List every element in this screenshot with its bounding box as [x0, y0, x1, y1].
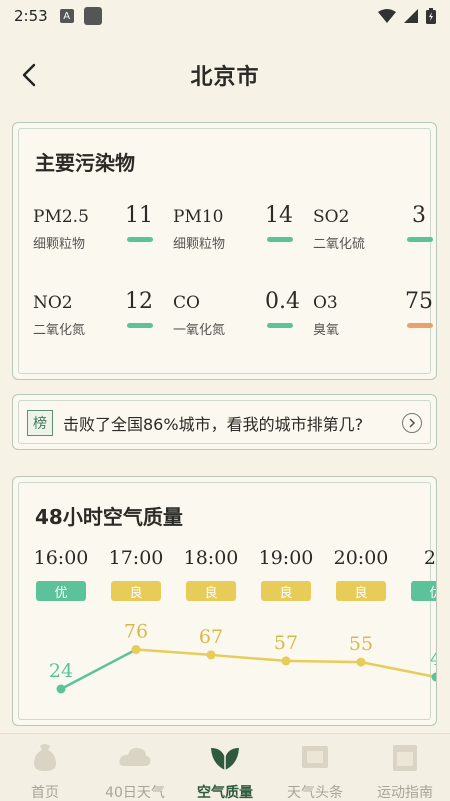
nav-label: 首页 [31, 785, 59, 801]
leaf-icon [211, 748, 239, 770]
pollutant-level-bar [407, 237, 433, 242]
notification-square-icon [83, 7, 102, 25]
cloud-icon [119, 747, 151, 766]
nav-home[interactable]: 首页 [5, 734, 85, 801]
rank-icon: 榜 [27, 410, 53, 436]
chevron-left-icon [22, 63, 36, 87]
nav-sports-guide[interactable]: 运动指南 [365, 734, 445, 801]
status-time: 2:53 [14, 7, 48, 25]
pollutant-no2: NO2 二氧化氮 12 [33, 289, 153, 343]
aqi-point [281, 656, 291, 666]
header: 北京市 [0, 50, 450, 100]
signal-icon [404, 9, 418, 23]
nav-label: 运动指南 [377, 785, 433, 801]
pollutant-name: CO [173, 293, 200, 313]
pollutant-value: 0.4 [265, 289, 300, 314]
pollutant-name: NO2 [33, 293, 73, 313]
aqi-point [356, 657, 366, 667]
aqi-trend-chart: 24 76 67 57 55 4 [49, 621, 437, 694]
pollutant-value: 3 [412, 203, 426, 228]
pollutant-subtitle: 二氧化氮 [33, 323, 86, 338]
ranking-banner-text: 击败了全国86%城市，看我的城市排第几? [63, 415, 364, 434]
pollutant-name: SO2 [313, 207, 350, 227]
aqi-point [131, 645, 141, 655]
pollutants-card: 主要污染物 PM2.5 细颗粒物 11 PM10 细颗粒物 14 SO2 二氧化… [12, 122, 437, 380]
pollutant-level-bar [127, 323, 153, 328]
pollutant-level-bar [267, 237, 293, 242]
pollutant-name: O3 [313, 293, 338, 313]
trend-segment [135, 648, 212, 657]
nav-label: 天气头条 [287, 785, 343, 801]
pollutant-value: 14 [265, 203, 293, 228]
nav-air-quality[interactable]: 空气质量 [185, 734, 265, 801]
aqi-value-label: 67 [199, 626, 223, 648]
notification-a-icon: A [59, 9, 74, 23]
aqi-point [56, 684, 66, 694]
pollutants-card-title: 主要污染物 [35, 151, 135, 175]
trend-segment [360, 660, 436, 679]
pollutant-subtitle: 二氧化硫 [313, 237, 366, 252]
nav-40day[interactable]: 40日天气 [95, 734, 175, 801]
status-bar: 2:53 A [0, 0, 450, 32]
wifi-icon [378, 9, 396, 23]
aqi-value-label: 4 [430, 648, 437, 670]
pollutant-co: CO 一氧化氮 0.4 [173, 289, 300, 343]
page-title: 北京市 [190, 65, 260, 90]
pollutant-subtitle: 臭氧 [313, 323, 340, 338]
pollutant-value: 12 [125, 289, 153, 314]
bottom-nav: 首页 40日天气 空气质量 天气头条 运动指南 [0, 733, 450, 801]
pollutant-level-bar [127, 237, 153, 242]
pollutant-pm10: PM10 细颗粒物 14 [173, 203, 293, 257]
chevron-right-icon[interactable] [402, 413, 422, 433]
calendar-icon [393, 745, 417, 771]
aqi-value-label: 55 [349, 633, 373, 655]
air-quality-48h-card: 48小时空气质量 16:00 优 17:00 良 18:00 良 19:00 良… [12, 476, 437, 726]
trend-segment [210, 653, 287, 663]
aqi-point [206, 650, 216, 660]
nav-label: 空气质量 [197, 785, 253, 801]
pollutant-subtitle: 细颗粒物 [173, 237, 226, 252]
pollutant-level-bar [267, 323, 293, 328]
aqi-value-label: 57 [274, 632, 298, 654]
nav-label: 40日天气 [105, 785, 165, 801]
pollutant-name: PM10 [173, 207, 224, 227]
pollutant-level-bar [407, 323, 433, 328]
ranking-banner[interactable]: 榜 击败了全国86%城市，看我的城市排第几? [12, 394, 437, 450]
pollutant-pm25: PM2.5 细颗粒物 11 [33, 203, 153, 257]
back-button[interactable] [14, 60, 44, 90]
pollutant-subtitle: 一氧化氮 [173, 323, 226, 338]
aqi-point [431, 672, 436, 682]
nav-headlines[interactable]: 天气头条 [275, 734, 355, 801]
aqi-value-label: 24 [49, 660, 73, 682]
pollutant-value: 75 [405, 289, 433, 314]
battery-icon [426, 8, 436, 24]
pollutant-o3: O3 臭氧 75 [313, 289, 433, 343]
pollutant-so2: SO2 二氧化硫 3 [313, 203, 433, 257]
scroll-icon [302, 746, 328, 768]
pollutant-subtitle: 细颗粒物 [33, 237, 86, 252]
bag-icon [34, 744, 56, 771]
aqi-value-label: 76 [124, 621, 148, 643]
pollutant-name: PM2.5 [33, 207, 89, 227]
pollutant-value: 11 [125, 203, 153, 228]
trend-segment [285, 659, 362, 664]
